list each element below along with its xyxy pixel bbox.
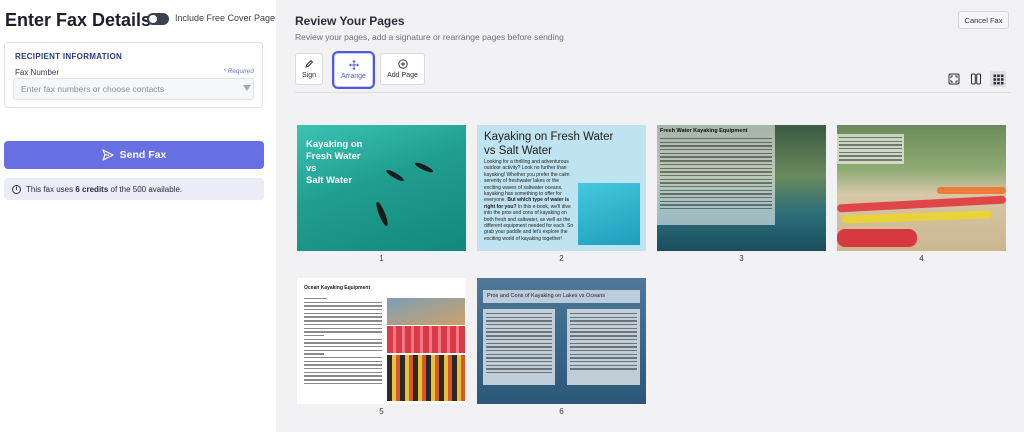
- required-indicator: * Required: [223, 68, 254, 75]
- kayak-image: [385, 168, 405, 183]
- chevron-down-icon[interactable]: [243, 85, 251, 91]
- page-thumbnail-4[interactable]: [837, 125, 1006, 251]
- grid-view-icon[interactable]: [990, 71, 1006, 87]
- toolbar-divider: [295, 92, 1011, 93]
- page-number-2: 2: [559, 254, 564, 263]
- page-5-title: Ocean Kayaking Equipment: [304, 285, 371, 291]
- plus-circle-icon: [397, 59, 408, 69]
- kayak-image: [413, 161, 435, 174]
- info-icon: i: [12, 184, 21, 194]
- move-arrows-icon: [348, 60, 359, 70]
- page-5-text-lines: [304, 298, 382, 387]
- page-3-title: Fresh Water Kayaking Equipment: [660, 128, 748, 134]
- kayak-image: [374, 200, 390, 228]
- text-lines: [570, 313, 637, 372]
- kayak-image: [937, 187, 1006, 194]
- fit-screen-icon[interactable]: [947, 72, 961, 86]
- two-columns-icon[interactable]: [969, 72, 983, 86]
- page-6-title: Pros and Cons of Kayaking on Lakes vs Oc…: [483, 290, 640, 303]
- page-5-image-kayak: [387, 298, 465, 325]
- page-number-3: 3: [739, 254, 744, 263]
- page-6-column-right: [567, 309, 640, 385]
- cancel-fax-button[interactable]: Cancel Fax: [958, 11, 1009, 29]
- add-page-button[interactable]: Add Page: [380, 53, 425, 85]
- text-lines: [486, 313, 552, 376]
- review-title: Review Your Pages: [295, 14, 405, 28]
- page-thumbnail-5[interactable]: Ocean Kayaking Equipment: [297, 278, 466, 404]
- recipient-card: RECIPIENT INFORMATION Fax Number * Requi…: [4, 42, 263, 108]
- send-fax-button[interactable]: Send Fax: [4, 141, 264, 169]
- arrange-label: Arrange: [341, 73, 366, 80]
- pen-icon: [305, 59, 314, 68]
- page-thumbnail-3[interactable]: Fresh Water Kayaking Equipment: [657, 125, 826, 251]
- sign-button[interactable]: Sign: [295, 53, 323, 85]
- page-5-image-lifejackets: [387, 326, 465, 353]
- page-1-title: Kayaking on Fresh Water vs Salt Water: [306, 139, 363, 186]
- page-number-4: 4: [919, 254, 924, 263]
- sign-label: Sign: [301, 72, 316, 79]
- page-2-title: Kayaking on Fresh Water vs Salt Water: [484, 131, 614, 157]
- page-6-column-left: [483, 309, 555, 385]
- review-panel: Review Your Pages Review your pages, add…: [276, 0, 1024, 432]
- credits-notice: i This fax uses 6 credits of the 500 ava…: [4, 178, 264, 200]
- send-fax-label: Send Fax: [119, 149, 167, 161]
- kayak-image: [837, 229, 917, 247]
- page-2-body: Looking for a thrilling and adventurous …: [484, 159, 574, 242]
- page-number-1: 1: [379, 254, 384, 263]
- fax-details-panel: Enter Fax Details Include Free Cover Pag…: [0, 0, 276, 432]
- page-4-text-lines: [839, 137, 902, 163]
- page-thumbnail-6[interactable]: Pros and Cons of Kayaking on Lakes vs Oc…: [477, 278, 646, 404]
- fax-number-label: Fax Number: [15, 68, 60, 77]
- recipient-heading: RECIPIENT INFORMATION: [15, 52, 123, 61]
- review-subtitle: Review your pages, add a signature or re…: [295, 32, 564, 42]
- page-number-5: 5: [379, 407, 384, 416]
- page-5-image-paddles: [387, 355, 465, 401]
- arrange-button[interactable]: Arrange: [332, 51, 375, 89]
- page-thumbnail-1[interactable]: Kayaking on Fresh Water vs Salt Water: [297, 125, 466, 251]
- page-thumbnail-2[interactable]: Kayaking on Fresh Water vs Salt Water Loo…: [477, 125, 646, 251]
- fax-number-input[interactable]: [13, 78, 254, 100]
- cover-page-label: Include Free Cover Page: [175, 13, 276, 23]
- page-3-text-lines: [660, 138, 772, 212]
- add-page-label: Add Page: [387, 72, 418, 79]
- page-title: Enter Fax Details: [5, 10, 152, 30]
- kayak-image: [841, 210, 993, 224]
- credits-text: This fax uses 6 credits of the 500 avail…: [26, 184, 183, 194]
- toggle-knob: [149, 15, 157, 23]
- page-2-image: [578, 183, 640, 245]
- send-icon: [102, 149, 114, 161]
- cover-page-toggle[interactable]: [147, 13, 169, 25]
- page-number-6: 6: [559, 407, 564, 416]
